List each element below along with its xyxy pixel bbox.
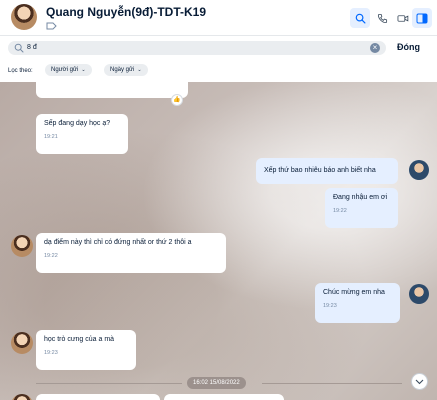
date-divider: 16:02 15/08/2022	[187, 377, 246, 389]
search-icon	[14, 43, 24, 53]
message-bubble-mine[interactable]: Chúc mừng em nha 19:23	[315, 283, 400, 323]
scroll-to-bottom-button[interactable]	[411, 373, 428, 390]
chevron-down-icon	[415, 379, 424, 384]
filter-label: Lọc theo:	[8, 68, 33, 74]
divider	[262, 383, 402, 384]
thumbs-up-icon[interactable]: 👍	[171, 94, 183, 106]
contact-avatar[interactable]	[11, 394, 33, 400]
chevron-down-icon: ⌄	[81, 67, 86, 73]
my-avatar[interactable]	[409, 284, 429, 304]
contact-avatar[interactable]	[11, 235, 33, 257]
chevron-down-icon: ⌄	[137, 67, 142, 73]
message-text: Xếp thứ bao nhiêu báo anh biết nha	[264, 167, 376, 174]
message-search-bar: ×	[8, 41, 386, 55]
contact-name[interactable]: Quang Nguyễn(9đ)-TDT-K19	[46, 5, 206, 19]
clear-search-icon[interactable]: ×	[370, 43, 380, 53]
message-time: 19:23	[44, 350, 58, 356]
message-bubble[interactable]: học trò cưng của a mà 19:23	[36, 330, 136, 370]
message-text: Đang nhậu em ơi	[333, 194, 388, 201]
message-text: dạ điểm này thì chỉ có đứng nhất or thứ …	[44, 239, 192, 246]
message-bubble-partial[interactable]	[36, 82, 188, 98]
message-bubble[interactable]: Sếp đang dạy học ạ? 19:21	[36, 114, 128, 154]
message-text: Chúc mừng em nha	[323, 289, 385, 296]
close-search-button[interactable]: Đóng	[397, 42, 420, 52]
tag-icon[interactable]	[46, 22, 57, 30]
message-text: Sếp đang dạy học ạ?	[44, 120, 111, 127]
message-bubble[interactable]: dạ điểm này thì chỉ có đứng nhất or thứ …	[36, 233, 226, 273]
chat-area[interactable]: 👍 Sếp đang dạy học ạ? 19:21 Xếp thứ bao …	[0, 82, 437, 400]
contact-avatar[interactable]	[11, 332, 33, 354]
video-call-icon[interactable]	[393, 8, 413, 28]
sender-filter-label: Người gửi	[51, 67, 79, 73]
message-bubble-mine[interactable]: Xếp thứ bao nhiêu báo anh biết nha	[256, 158, 398, 184]
chat-header: Quang Nguyễn(9đ)-TDT-K19	[0, 0, 437, 36]
divider	[36, 383, 182, 384]
search-input[interactable]	[27, 41, 357, 55]
message-time: 19:23	[323, 303, 337, 309]
message-time: 19:22	[333, 208, 347, 214]
message-bubble-partial[interactable]	[36, 394, 160, 400]
message-bubble-partial[interactable]	[164, 394, 284, 400]
phone-icon[interactable]	[372, 8, 392, 28]
sender-filter-dropdown[interactable]: Người gửi ⌄	[45, 64, 92, 76]
date-filter-label: Ngày gửi	[110, 67, 135, 73]
message-time: 19:22	[44, 253, 58, 259]
message-text: học trò cưng của a mà	[44, 336, 115, 343]
my-avatar[interactable]	[409, 160, 429, 180]
sidebar-toggle-icon[interactable]	[412, 8, 432, 28]
search-icon[interactable]	[350, 8, 370, 28]
contact-avatar[interactable]	[11, 4, 37, 30]
date-filter-dropdown[interactable]: Ngày gửi ⌄	[104, 64, 148, 76]
message-bubble-mine[interactable]: Đang nhậu em ơi 19:22	[325, 188, 398, 228]
message-time: 19:21	[44, 134, 58, 140]
